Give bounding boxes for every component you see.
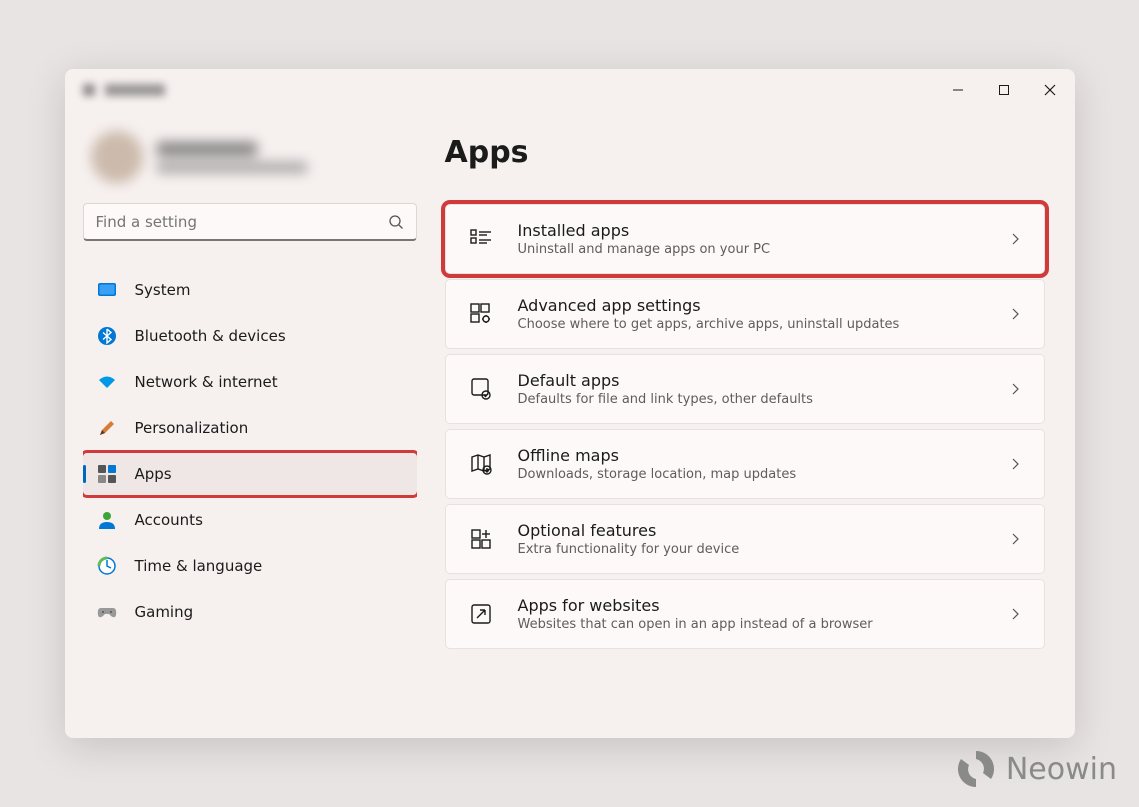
card-title: Optional features bbox=[518, 521, 984, 540]
card-advanced-app-settings[interactable]: Advanced app settings Choose where to ge… bbox=[445, 279, 1045, 349]
watermark-text: Neowin bbox=[1006, 752, 1117, 787]
sidebar-item-time-language[interactable]: Time & language bbox=[83, 545, 417, 587]
sidebar-item-gaming[interactable]: Gaming bbox=[83, 591, 417, 633]
sidebar-item-system[interactable]: System bbox=[83, 269, 417, 311]
close-icon bbox=[1044, 84, 1056, 96]
page-title: Apps bbox=[445, 135, 1045, 170]
user-profile[interactable] bbox=[83, 121, 417, 203]
settings-window: System Bluetooth & devices Network & int… bbox=[65, 69, 1075, 738]
sidebar-item-label: Network & internet bbox=[135, 373, 278, 391]
avatar bbox=[91, 131, 143, 183]
search-input[interactable] bbox=[96, 213, 388, 231]
sidebar-item-bluetooth[interactable]: Bluetooth & devices bbox=[83, 315, 417, 357]
content: System Bluetooth & devices Network & int… bbox=[65, 111, 1075, 738]
chevron-right-icon bbox=[1008, 532, 1022, 546]
card-optional-features[interactable]: Optional features Extra functionality fo… bbox=[445, 504, 1045, 574]
sidebar: System Bluetooth & devices Network & int… bbox=[65, 111, 435, 738]
chevron-right-icon bbox=[1008, 232, 1022, 246]
minimize-icon bbox=[952, 84, 964, 96]
card-desc: Websites that can open in an app instead… bbox=[518, 617, 984, 632]
window-controls bbox=[935, 69, 1073, 111]
watermark: Neowin bbox=[956, 749, 1117, 789]
profile-info bbox=[157, 142, 307, 173]
maximize-icon bbox=[998, 84, 1010, 96]
chevron-right-icon bbox=[1008, 382, 1022, 396]
card-desc: Downloads, storage location, map updates bbox=[518, 467, 984, 482]
neowin-logo-icon bbox=[956, 749, 996, 789]
chevron-right-icon bbox=[1008, 607, 1022, 621]
advanced-settings-icon bbox=[468, 301, 494, 327]
chevron-right-icon bbox=[1008, 457, 1022, 471]
offline-maps-icon bbox=[468, 451, 494, 477]
chevron-right-icon bbox=[1008, 307, 1022, 321]
card-default-apps[interactable]: Default apps Defaults for file and link … bbox=[445, 354, 1045, 424]
optional-features-icon bbox=[468, 526, 494, 552]
titlebar-app-label bbox=[83, 84, 165, 96]
sidebar-item-label: Accounts bbox=[135, 511, 203, 529]
settings-card-list: Installed apps Uninstall and manage apps… bbox=[445, 204, 1045, 649]
apps-icon bbox=[97, 464, 117, 484]
card-title: Installed apps bbox=[518, 221, 984, 240]
card-title: Default apps bbox=[518, 371, 984, 390]
card-desc: Extra functionality for your device bbox=[518, 542, 984, 557]
card-desc: Choose where to get apps, archive apps, … bbox=[518, 317, 984, 332]
default-apps-icon bbox=[468, 376, 494, 402]
card-title: Offline maps bbox=[518, 446, 984, 465]
sidebar-item-personalization[interactable]: Personalization bbox=[83, 407, 417, 449]
person-icon bbox=[97, 510, 117, 530]
bluetooth-icon bbox=[97, 326, 117, 346]
search-icon bbox=[388, 214, 404, 230]
sidebar-item-apps[interactable]: Apps bbox=[83, 453, 417, 495]
sidebar-item-label: Gaming bbox=[135, 603, 194, 621]
card-desc: Uninstall and manage apps on your PC bbox=[518, 242, 984, 257]
card-offline-maps[interactable]: Offline maps Downloads, storage location… bbox=[445, 429, 1045, 499]
card-installed-apps[interactable]: Installed apps Uninstall and manage apps… bbox=[445, 204, 1045, 274]
system-icon bbox=[97, 280, 117, 300]
nav: System Bluetooth & devices Network & int… bbox=[83, 269, 417, 633]
maximize-button[interactable] bbox=[981, 69, 1027, 111]
search-box[interactable] bbox=[83, 203, 417, 241]
sidebar-item-label: Bluetooth & devices bbox=[135, 327, 286, 345]
sidebar-item-label: Apps bbox=[135, 465, 172, 483]
titlebar bbox=[65, 69, 1075, 111]
sidebar-item-network[interactable]: Network & internet bbox=[83, 361, 417, 403]
paintbrush-icon bbox=[97, 418, 117, 438]
minimize-button[interactable] bbox=[935, 69, 981, 111]
card-title: Apps for websites bbox=[518, 596, 984, 615]
sidebar-item-label: System bbox=[135, 281, 191, 299]
installed-apps-icon bbox=[468, 226, 494, 252]
card-desc: Defaults for file and link types, other … bbox=[518, 392, 984, 407]
clock-globe-icon bbox=[97, 556, 117, 576]
main-panel: Apps Installed apps Uninstall and manage… bbox=[435, 111, 1075, 738]
card-title: Advanced app settings bbox=[518, 296, 984, 315]
close-button[interactable] bbox=[1027, 69, 1073, 111]
apps-for-websites-icon bbox=[468, 601, 494, 627]
sidebar-item-accounts[interactable]: Accounts bbox=[83, 499, 417, 541]
card-apps-for-websites[interactable]: Apps for websites Websites that can open… bbox=[445, 579, 1045, 649]
sidebar-item-label: Time & language bbox=[135, 557, 263, 575]
sidebar-item-label: Personalization bbox=[135, 419, 249, 437]
gamepad-icon bbox=[97, 602, 117, 622]
wifi-icon bbox=[97, 372, 117, 392]
